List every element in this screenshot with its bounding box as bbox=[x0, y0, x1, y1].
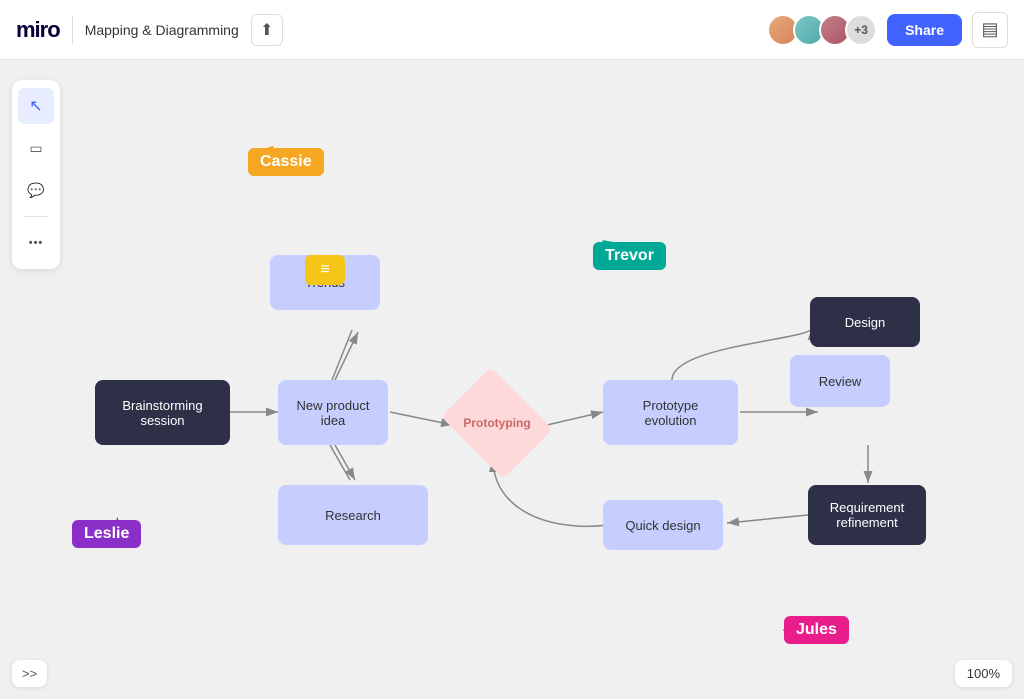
prototyping-label: Prototyping bbox=[463, 416, 530, 430]
node-prototyping-container: Prototyping bbox=[453, 388, 541, 458]
chat-icon: ≡ bbox=[320, 261, 329, 279]
trevor-cursor: Trevor bbox=[593, 242, 613, 259]
header-divider bbox=[72, 16, 73, 44]
cassie-label: Cassie bbox=[248, 148, 324, 176]
canvas[interactable]: Brainstorming session New product idea ≡… bbox=[0, 60, 1024, 699]
node-trends-container: ≡ Trends bbox=[305, 255, 345, 289]
node-review-container: ≡ Review bbox=[820, 355, 860, 387]
header: miro Mapping & Diagramming ⬆ +3 Share ▤ bbox=[0, 0, 1024, 60]
comment-icon: 💬 bbox=[27, 182, 44, 199]
board-title[interactable]: Mapping & Diagramming bbox=[85, 22, 239, 38]
node-review[interactable]: Review bbox=[790, 355, 890, 407]
header-right: +3 Share ▤ bbox=[767, 12, 1008, 48]
select-tool[interactable]: ↖ bbox=[18, 88, 54, 124]
trends-icon-badge: ≡ bbox=[305, 255, 345, 285]
upload-button[interactable]: ⬆ bbox=[251, 14, 283, 46]
left-toolbar: ↖ ▭ 💬 ••• bbox=[12, 80, 60, 269]
logo: miro bbox=[16, 17, 60, 43]
leslie-label: Leslie bbox=[72, 520, 141, 548]
node-requirement-refinement[interactable]: Requirement refinement bbox=[808, 485, 926, 545]
zoom-level[interactable]: 100% bbox=[955, 660, 1012, 687]
comment-tool[interactable]: 💬 bbox=[18, 172, 54, 208]
sticky-tool[interactable]: ▭ bbox=[18, 130, 54, 166]
cassie-cursor: Cassie bbox=[248, 148, 276, 163]
avatar-count[interactable]: +3 bbox=[845, 14, 877, 46]
template-icon: ▤ bbox=[981, 19, 998, 40]
more-tool[interactable]: ••• bbox=[18, 225, 54, 261]
sticky-icon: ▭ bbox=[29, 140, 42, 157]
toolbar-divider bbox=[24, 216, 48, 217]
trevor-label: Trevor bbox=[593, 242, 666, 270]
template-button[interactable]: ▤ bbox=[972, 12, 1008, 48]
more-icon: ••• bbox=[29, 237, 44, 249]
select-icon: ↖ bbox=[29, 96, 42, 116]
node-brainstorming[interactable]: Brainstorming session bbox=[95, 380, 230, 445]
avatar-group: +3 bbox=[767, 14, 877, 46]
node-prototype-evolution[interactable]: Prototype evolution bbox=[603, 380, 738, 445]
node-design[interactable]: Design bbox=[810, 297, 920, 347]
node-quick-design[interactable]: Quick design bbox=[603, 500, 723, 550]
upload-icon: ⬆ bbox=[260, 20, 273, 40]
footer-left-btn[interactable]: >> bbox=[12, 660, 47, 687]
share-button[interactable]: Share bbox=[887, 14, 962, 46]
jules-label: Jules bbox=[784, 616, 849, 644]
node-research[interactable]: Research bbox=[278, 485, 428, 545]
node-new-product[interactable]: New product idea bbox=[278, 380, 388, 445]
